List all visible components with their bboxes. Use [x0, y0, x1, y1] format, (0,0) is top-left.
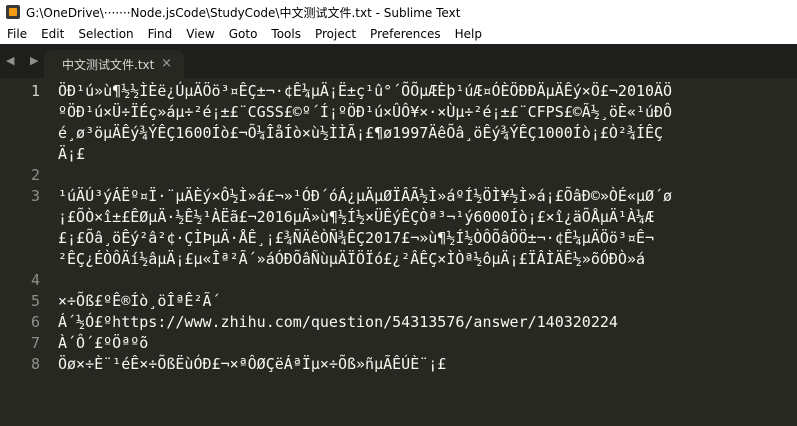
code-line[interactable]: ×÷Õß£ºÊ®Íò¸öÎªÊ²Ã´ — [58, 291, 797, 312]
editor-area[interactable]: 1 ÖÐ¹ú»ù¶½½ÌÈë¿ÚµÄÖö³¤ÊÇ±¬·¢Ê¼µÄ¡Ë±ç¹û°´Õ… — [0, 78, 797, 426]
code-line[interactable]: ²ÊÇ¿ÉÒÔÄí½âµÄ¡£µ«Îª²Ã´»áÓÐÕâÑùµÄÏÖÏó£¿²Â… — [58, 249, 797, 270]
code-line[interactable]: ¹úÄÚ³ýÁËº¤Ï·¨µÄÈý×Ô½Ì»á£¬»¹ÓÐ´óÁ¿µÄµØÏÂÃ… — [58, 186, 797, 207]
code-line[interactable]: Öø×÷È¨¹éÊ×÷ÕßËùÓÐ£¬×ªÔØÇëÁªÏµ×÷Õß»ñµÃÊÚÈ… — [58, 354, 797, 375]
code-line[interactable] — [58, 270, 797, 291]
close-icon[interactable]: × — [161, 56, 172, 71]
window-title: G:\OneDrive\·······Node.jsCode\StudyCode… — [26, 5, 461, 20]
code-line[interactable]: é¸ø³öµÄÊý¾ÝÊÇ1600Íò£¬Õ¼ÎåÍò×ù½ÌÌÃ¡£¶ø199… — [58, 123, 797, 144]
tab-label: 中文测试文件.txt — [62, 57, 155, 72]
code-line[interactable]: ºÖÐ¹ú×Ü÷ÏÉç»áµ÷²é¡±£¨CGSS£©º´Í¡ºÖÐ¹ú×ÛÔ¥… — [58, 102, 797, 123]
line-number: 8 — [30, 355, 40, 373]
code-line[interactable]: Ä¡£ — [58, 144, 797, 165]
menu-view[interactable]: View — [179, 27, 221, 41]
code-line[interactable]: Á´½Ó£ºhttps://www.zhihu.com/question/543… — [58, 312, 797, 333]
menu-tools[interactable]: Tools — [264, 27, 308, 41]
tab-file[interactable]: 中文测试文件.txt × — [44, 50, 184, 78]
code-line[interactable] — [58, 165, 797, 186]
tab-nav-arrows-icon[interactable]: ◀ ▶ — [6, 54, 44, 67]
menu-help[interactable]: Help — [448, 27, 489, 41]
line-number: 2 — [30, 166, 40, 184]
line-number: 1 — [30, 82, 40, 100]
menu-file[interactable]: File — [0, 27, 34, 41]
window-titlebar: G:\OneDrive\·······Node.jsCode\StudyCode… — [0, 0, 797, 24]
tab-bar: ◀ ▶ 中文测试文件.txt × — [0, 44, 797, 78]
code-line[interactable]: À´Ô´£ºÖªºõ — [58, 333, 797, 354]
line-number: 6 — [30, 313, 40, 331]
line-number: 7 — [30, 334, 40, 352]
menu-goto[interactable]: Goto — [222, 27, 265, 41]
menu-bar: File Edit Selection Find View Goto Tools… — [0, 24, 797, 44]
line-number: 4 — [30, 271, 40, 289]
sublime-text-icon — [6, 5, 20, 19]
menu-preferences[interactable]: Preferences — [363, 27, 448, 41]
menu-project[interactable]: Project — [308, 27, 363, 41]
line-number: 3 — [30, 187, 40, 205]
menu-edit[interactable]: Edit — [34, 27, 71, 41]
code-line[interactable]: £¡£Õâ¸öÊý²â²¢·ÇÌÞµÄ·ÅÊ¸¡£¾ÑÄêÒÑ¾­ÊÇ2017£… — [58, 228, 797, 249]
code-line[interactable]: ¡£ÕÒ×î±£ÊØµÄ·½Ê½¹ÀËã£¬2016µÄ»ù¶½Í½×ÜÊýÊÇ… — [58, 207, 797, 228]
code-line[interactable]: ÖÐ¹ú»ù¶½½ÌÈë¿ÚµÄÖö³¤ÊÇ±¬·¢Ê¼µÄ¡Ë±ç¹û°´ÕÕ… — [58, 81, 797, 102]
menu-find[interactable]: Find — [141, 27, 180, 41]
line-number: 5 — [30, 292, 40, 310]
menu-selection[interactable]: Selection — [71, 27, 140, 41]
